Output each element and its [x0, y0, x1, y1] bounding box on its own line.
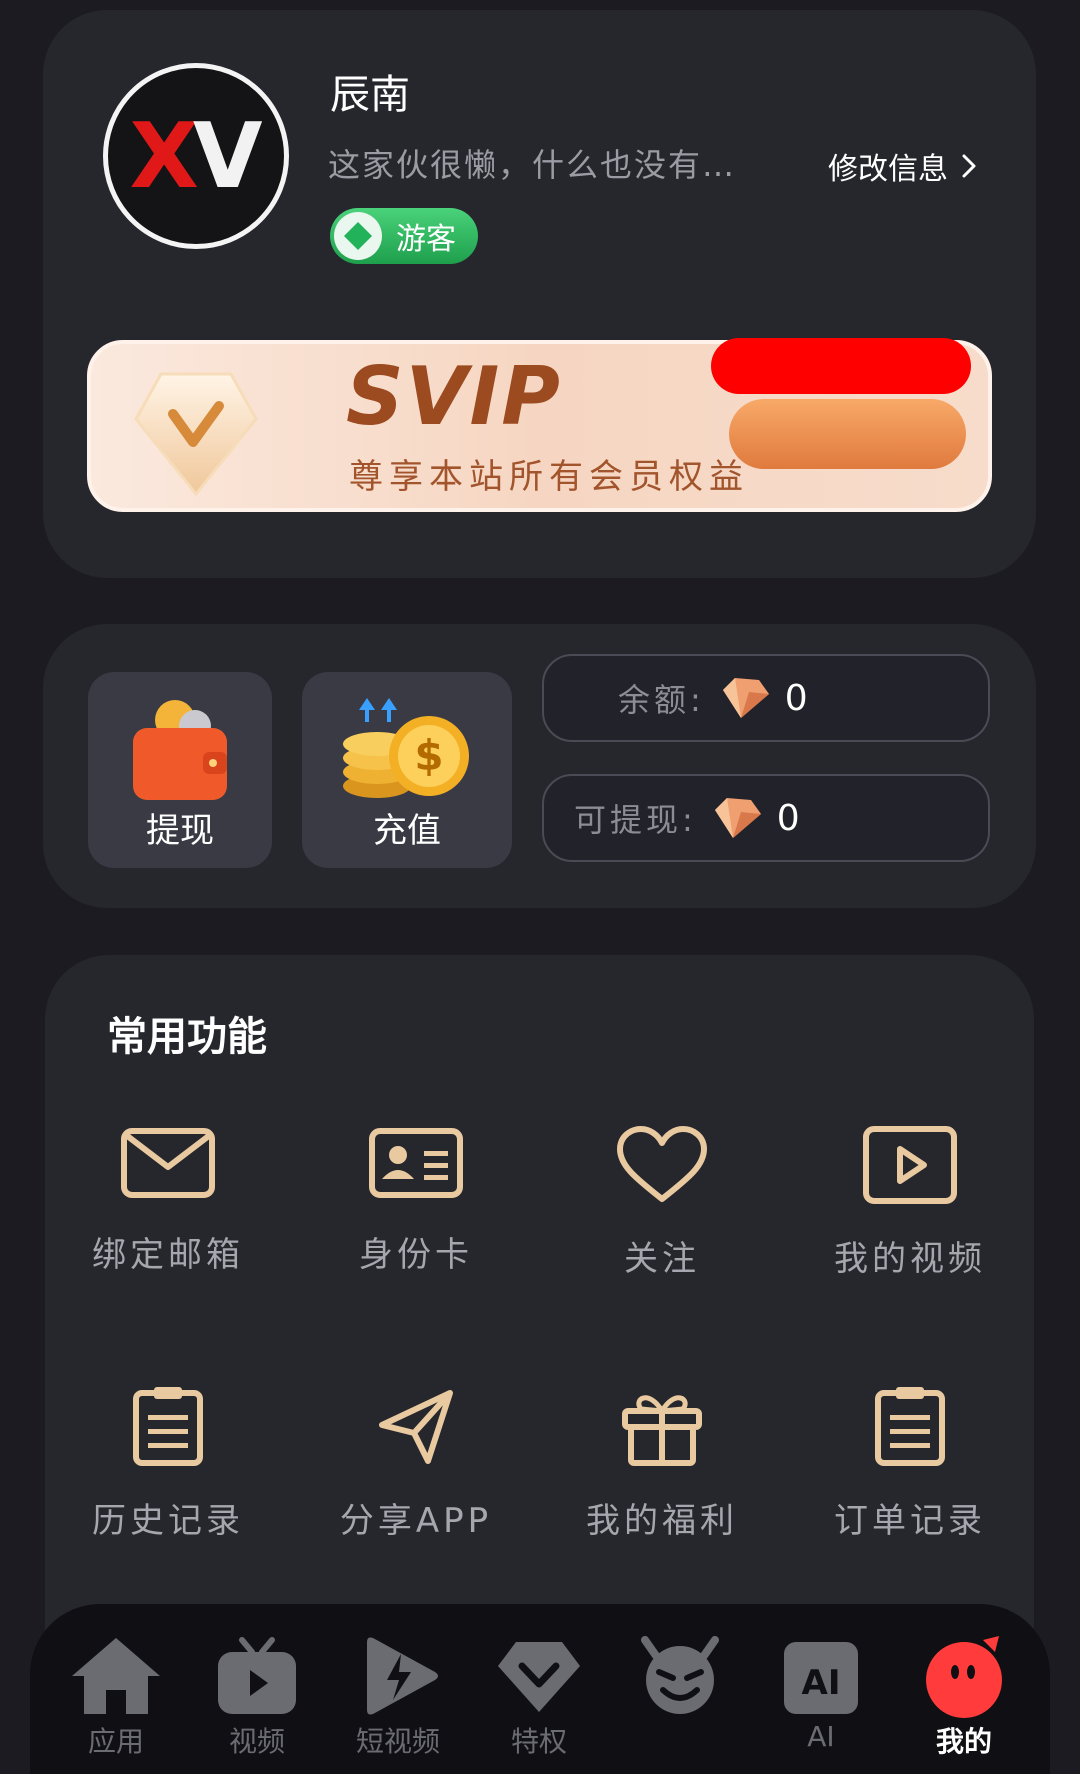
recharge-label: 充值	[373, 811, 441, 851]
balance-row: 余额: 0	[542, 654, 990, 742]
nav-label-privilege: 特权	[510, 1725, 567, 1758]
order-records-button[interactable]: 订单记录	[790, 1385, 1030, 1542]
my-benefits-button[interactable]: 我的福利	[542, 1385, 782, 1542]
guest-badge-label: 游客	[396, 222, 456, 257]
mail-icon	[121, 1128, 215, 1198]
username: 辰南	[330, 72, 410, 118]
nav-item-short-video[interactable]: 短视频	[338, 1632, 458, 1760]
id-card-label: 身份卡	[359, 1235, 473, 1275]
lightning-play-icon	[367, 1637, 438, 1715]
diamond-gem-icon	[714, 798, 761, 838]
vip-shield-icon	[134, 372, 258, 497]
svip-open-button[interactable]	[729, 399, 966, 469]
edit-profile-button[interactable]: 修改信息	[828, 144, 980, 188]
wallet-icon	[133, 700, 227, 800]
withdrawable-value: 0	[776, 797, 800, 839]
home-icon	[72, 1638, 160, 1714]
history-button[interactable]: 历史记录	[48, 1385, 288, 1542]
avatar-logo-x: X	[129, 103, 198, 209]
nav-item-apps[interactable]: 应用	[56, 1632, 176, 1760]
nav-label-mine: 我的	[935, 1725, 992, 1758]
withdrawable-row: 可提现: 0	[542, 774, 990, 862]
nav-label-ai: AI	[807, 1720, 835, 1753]
paper-plane-icon	[379, 1390, 453, 1464]
heart-icon	[617, 1126, 707, 1202]
chevron-right-icon	[962, 154, 976, 178]
my-benefits-label: 我的福利	[586, 1501, 738, 1541]
withdrawable-label: 可提现:	[574, 801, 697, 839]
mine-face-icon	[926, 1636, 1002, 1718]
nav-item-privilege[interactable]: 特权	[479, 1632, 599, 1760]
nav-item-video[interactable]: 视频	[197, 1632, 317, 1760]
edit-profile-label: 修改信息	[828, 152, 948, 187]
balance-value: 0	[784, 677, 808, 719]
diamond-icon	[498, 1642, 580, 1712]
id-card-button[interactable]: 身份卡	[296, 1125, 536, 1276]
svg-text:$: $	[414, 731, 443, 780]
nav-label-video: 视频	[228, 1725, 285, 1758]
svip-title: SVIP	[346, 350, 562, 443]
my-videos-label: 我的视频	[834, 1239, 986, 1279]
nav-item-mine[interactable]: 我的	[904, 1632, 1024, 1760]
my-videos-button[interactable]: 我的视频	[790, 1125, 1030, 1280]
coins-dollar-icon: $	[343, 698, 469, 798]
withdraw-label: 提现	[146, 811, 214, 851]
guest-gem-icon	[334, 212, 382, 260]
user-bio: 这家伙很懒，什么也没有…	[328, 146, 737, 184]
balance-label: 余额:	[618, 681, 705, 719]
nav-label-apps: 应用	[87, 1725, 144, 1758]
order-records-label: 订单记录	[834, 1501, 986, 1541]
share-app-label: 分享APP	[339, 1501, 493, 1541]
svg-text:AI: AI	[802, 1663, 841, 1703]
id-card-icon	[369, 1128, 463, 1198]
follow-label: 关注	[624, 1239, 700, 1279]
redaction-mark	[711, 338, 971, 394]
svip-subtitle: 尊享本站所有会员权益	[349, 457, 749, 497]
history-label: 历史记录	[92, 1501, 244, 1541]
clipboard-icon	[875, 1387, 945, 1466]
avatar[interactable]: XV	[103, 63, 289, 249]
devil-face-icon	[641, 1636, 719, 1714]
video-play-icon	[863, 1126, 957, 1204]
avatar-logo-v: V	[192, 103, 263, 209]
nav-item-devil[interactable]	[620, 1632, 740, 1720]
nav-item-ai[interactable]: AI AI	[761, 1632, 881, 1753]
guest-badge: 游客	[330, 208, 478, 264]
withdraw-button[interactable]: 提现	[88, 672, 272, 868]
bind-email-button[interactable]: 绑定邮箱	[48, 1125, 288, 1276]
clipboard-icon	[133, 1387, 203, 1466]
tv-icon	[218, 1637, 296, 1714]
ai-icon: AI	[784, 1642, 858, 1714]
share-app-button[interactable]: 分享APP	[296, 1385, 536, 1542]
recharge-button[interactable]: $ 充值	[302, 672, 512, 868]
nav-label-short-video: 短视频	[355, 1725, 440, 1758]
diamond-gem-icon	[722, 678, 769, 718]
follow-button[interactable]: 关注	[542, 1125, 782, 1280]
gift-icon	[622, 1395, 702, 1466]
section-title: 常用功能	[107, 1014, 267, 1060]
bind-email-label: 绑定邮箱	[92, 1235, 244, 1275]
